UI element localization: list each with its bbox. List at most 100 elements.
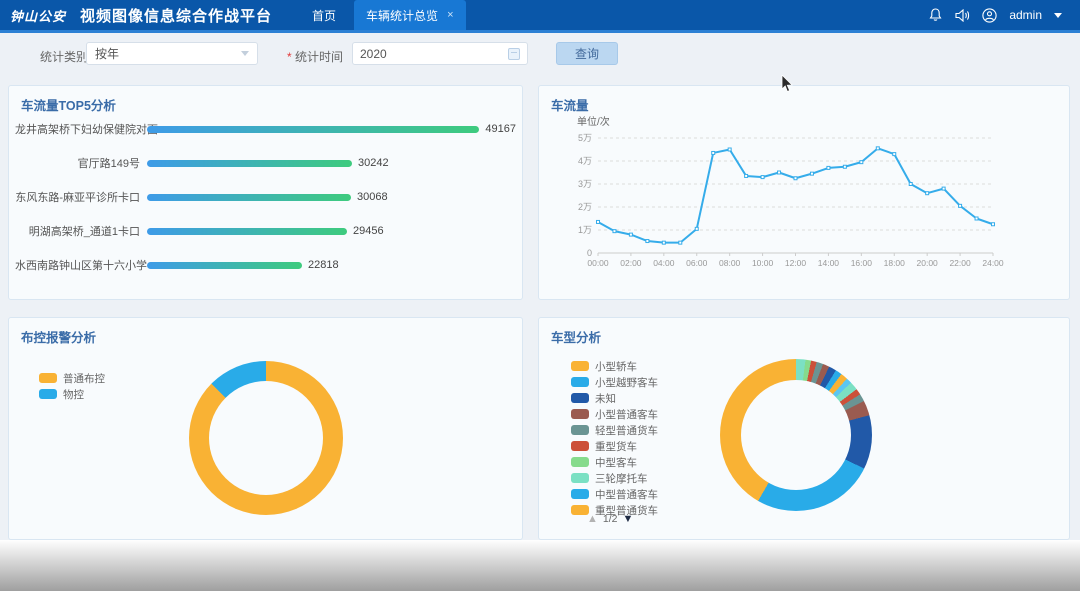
time-input[interactable]: 2020: [352, 42, 528, 65]
sound-icon[interactable]: [955, 8, 970, 23]
legend-swatch: [571, 457, 589, 467]
legend-item[interactable]: 三轮摩托车: [571, 470, 658, 486]
chevron-down-icon: [241, 51, 249, 56]
bar-label: 水西南路钟山区第十六小学: [15, 257, 147, 273]
legend-item[interactable]: 中型普通客车: [571, 486, 658, 502]
app-title: 视频图像信息综合作战平台: [80, 5, 272, 26]
panel-traffic-top5: 车流量TOP5分析 龙井高架桥下妇幼保健院对面49167官厅路149号30242…: [8, 85, 523, 300]
caret-down-icon[interactable]: [1054, 13, 1062, 18]
legend-swatch: [571, 409, 589, 419]
legend-swatch: [571, 377, 589, 387]
bar: [147, 126, 479, 133]
query-button[interactable]: 查询: [556, 42, 618, 65]
bar-label: 龙井高架桥下妇幼保健院对面: [15, 121, 147, 137]
svg-text:0: 0: [587, 248, 592, 258]
time-input-value: 2020: [360, 47, 387, 61]
legend-item[interactable]: 物控: [39, 386, 105, 402]
panel-title-alarm: 布控报警分析: [21, 327, 96, 346]
legend-swatch: [571, 441, 589, 451]
legend-item[interactable]: 重型货车: [571, 438, 658, 454]
legend-item[interactable]: 中型客车: [571, 454, 658, 470]
legend-swatch: [39, 389, 57, 399]
legend-label: 物控: [63, 387, 84, 402]
vehicle-donut-hole: [741, 380, 851, 490]
top5-bar-row: 龙井高架桥下妇幼保健院对面 49167: [15, 112, 516, 146]
user-avatar-icon[interactable]: [982, 8, 997, 23]
svg-text:5万: 5万: [578, 133, 592, 143]
category-select[interactable]: 按年: [86, 42, 258, 65]
username[interactable]: admin: [1009, 8, 1042, 22]
legend-swatch: [571, 489, 589, 499]
bar-value: 29456: [353, 225, 384, 237]
top5-bar-row: 东风东路-麻亚平诊所卡口 30068: [15, 180, 516, 214]
vehicle-legend: 小型轿车小型越野客车未知小型普通客车轻型普通货车重型货车中型客车三轮摩托车中型普…: [571, 358, 658, 518]
tab-home[interactable]: 首页: [294, 0, 354, 30]
svg-text:14:00: 14:00: [818, 258, 840, 268]
flow-line-chart: 5万4万3万2万1万000:0002:0004:0006:0008:0010:0…: [539, 126, 1059, 291]
bell-icon[interactable]: [928, 8, 943, 23]
legend-label: 普通布控: [63, 371, 105, 386]
svg-text:20:00: 20:00: [917, 258, 939, 268]
bar-label: 东风东路-麻亚平诊所卡口: [15, 189, 147, 205]
legend-swatch: [571, 473, 589, 483]
legend-swatch: [571, 361, 589, 371]
legend-item[interactable]: 普通布控: [39, 370, 105, 386]
legend-item[interactable]: 小型普通客车: [571, 406, 658, 422]
legend-item[interactable]: 小型越野客车: [571, 374, 658, 390]
svg-text:08:00: 08:00: [719, 258, 741, 268]
legend-page-down-icon[interactable]: ▼: [623, 513, 634, 525]
category-filter-label: 统计类别: [40, 48, 88, 65]
legend-item[interactable]: 未知: [571, 390, 658, 406]
top5-bar-chart: 龙井高架桥下妇幼保健院对面 49167 官厅路149号 30242 东风东路-麻亚平诊所…: [15, 112, 516, 282]
alarm-donut-chart: [189, 361, 343, 515]
top5-bar-row: 官厅路149号 30242: [15, 146, 516, 180]
bar: [147, 194, 351, 201]
svg-text:06:00: 06:00: [686, 258, 708, 268]
legend-page-up-icon[interactable]: ▲: [587, 513, 598, 525]
svg-text:22:00: 22:00: [949, 258, 971, 268]
bar-label: 官厅路149号: [15, 155, 147, 171]
svg-text:04:00: 04:00: [653, 258, 675, 268]
category-select-value: 按年: [95, 45, 119, 62]
bar-value: 49167: [485, 123, 516, 135]
svg-text:00:00: 00:00: [587, 258, 609, 268]
bar-label: 明湖高架桥_通道1卡口: [15, 223, 147, 239]
legend-item[interactable]: 轻型普通货车: [571, 422, 658, 438]
legend-label: 小型轿车: [595, 359, 637, 374]
svg-text:2万: 2万: [578, 202, 592, 212]
tab-vehicle-stats[interactable]: 车辆统计总览 ×: [354, 0, 465, 30]
app-window: 钟山公安 视频图像信息综合作战平台 首页 车辆统计总览 × admin: [0, 0, 1080, 591]
bar-value: 22818: [308, 259, 339, 271]
svg-text:24:00: 24:00: [982, 258, 1004, 268]
legend-label: 三轮摩托车: [595, 471, 648, 486]
bar: [147, 228, 347, 235]
panel-alarm-analysis: 布控报警分析 普通布控物控: [8, 317, 523, 540]
svg-text:1万: 1万: [578, 225, 592, 235]
svg-text:16:00: 16:00: [851, 258, 873, 268]
top5-bar-row: 水西南路钟山区第十六小学 22818: [15, 248, 516, 282]
legend-label: 轻型普通货车: [595, 423, 658, 438]
legend-item[interactable]: 小型轿车: [571, 358, 658, 374]
top5-bar-row: 明湖高架桥_通道1卡口 29456: [15, 214, 516, 248]
agency-logo: 钟山公安: [10, 6, 66, 25]
bar: [147, 160, 352, 167]
header-actions: admin: [928, 0, 1062, 30]
tab-close-icon[interactable]: ×: [447, 9, 453, 21]
legend-swatch: [571, 393, 589, 403]
legend-pager: ▲ 1/2 ▼: [587, 513, 633, 525]
svg-text:4万: 4万: [578, 156, 592, 166]
bar-value: 30242: [358, 157, 389, 169]
tab-home-label: 首页: [312, 7, 336, 24]
svg-text:18:00: 18:00: [884, 258, 906, 268]
calendar-icon: [508, 48, 520, 60]
header-accent-line: [0, 30, 1080, 33]
legend-page-label: 1/2: [603, 513, 618, 525]
svg-text:12:00: 12:00: [785, 258, 807, 268]
legend-label: 中型普通客车: [595, 487, 658, 502]
panel-title-vehicle: 车型分析: [551, 327, 601, 346]
bar: [147, 262, 302, 269]
bar-value: 30068: [357, 191, 388, 203]
svg-text:02:00: 02:00: [620, 258, 642, 268]
svg-text:10:00: 10:00: [752, 258, 774, 268]
alarm-donut-hole: [209, 381, 323, 495]
